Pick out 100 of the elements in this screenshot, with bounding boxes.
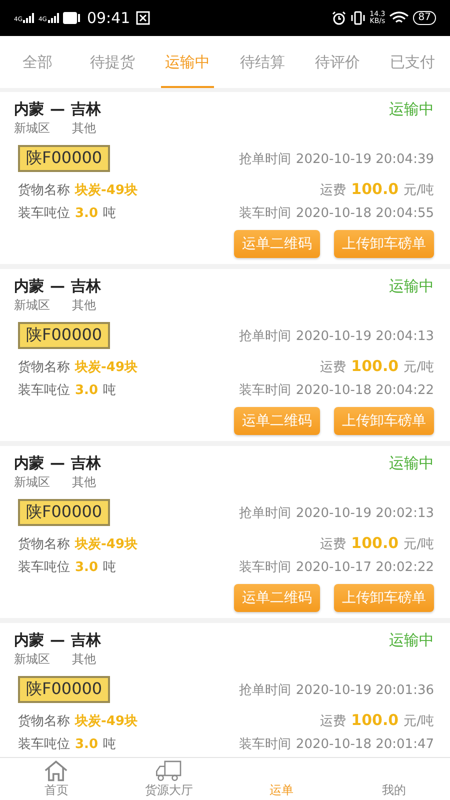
route-destination: 吉林 — [71, 100, 101, 119]
cargo-name: 块炭-49块 — [75, 712, 138, 730]
filter-tab[interactable]: 待提货 — [75, 36, 150, 88]
tonnage-label: 装车吨位 — [18, 559, 70, 576]
nav-item[interactable]: 我的 — [338, 758, 450, 800]
action-button[interactable]: 运单二维码 — [234, 584, 320, 612]
tonnage-label: 装车吨位 — [18, 736, 70, 753]
cargo-name: 块炭-49块 — [75, 536, 138, 552]
route-separator: — — [50, 454, 65, 473]
fee-value: 100.0 — [351, 711, 399, 729]
district: 新城区 — [14, 651, 50, 668]
route-destination: 吉林 — [71, 277, 101, 296]
action-button[interactable]: 运单二维码 — [234, 230, 320, 258]
tonnage-label: 装车吨位 — [18, 205, 70, 222]
category: 其他 — [72, 474, 96, 491]
category: 其他 — [72, 297, 96, 314]
fee-value: 100.0 — [351, 357, 399, 375]
alarm-icon — [332, 11, 346, 25]
load-time: 2020-10-18 20:04:55 — [296, 206, 434, 221]
route-destination: 吉林 — [71, 454, 101, 473]
license-plate: 陕F00000 — [18, 145, 110, 172]
nav-item[interactable]: 货源大厅 — [112, 758, 225, 800]
tonnage-label: 装车吨位 — [18, 382, 70, 399]
order-card[interactable]: 内蒙 — 吉林 运输中 新城区 其他 陕F00000 抢单时间 2020-10-19 20:04:13 货物名称 块炭-49块 运费 100.0 元/吨 装车吨位 3.0 吨 装车时间 2020-10-18 20:04:22 运单二维码 上传卸车磅单 — [0, 269, 450, 441]
order-card[interactable]: 内蒙 — 吉林 运输中 新城区 其他 陕F00000 抢单时间 2020-10-19 20:04:39 货物名称 块炭-49块 运费 100.0 元/吨 装车吨位 3.0 吨 装车时间 2020-10-18 20:04:55 运单二维码 上传卸车磅单 — [0, 92, 450, 264]
category: 其他 — [72, 651, 96, 668]
filter-tab[interactable]: 全部 — [0, 36, 75, 88]
order-card[interactable]: 内蒙 — 吉林 运输中 新城区 其他 陕F00000 抢单时间 2020-10-19 20:02:13 货物名称 块炭-49块 运费 100.0 元/吨 装车吨位 3.0 吨 装车时间 2020-10-17 20:02:22 运单二维码 上传卸车磅单 — [0, 446, 450, 618]
route-origin: 内蒙 — [14, 277, 44, 296]
grab-time-label: 抢单时间 — [238, 682, 291, 698]
signal-icon — [48, 13, 59, 23]
fee-unit: 元/吨 — [404, 536, 434, 553]
tonnage-value: 3.0 — [75, 560, 98, 575]
cargo-label: 货物名称 — [18, 182, 70, 198]
load-time: 2020-10-17 20:02:22 — [296, 560, 434, 575]
load-time-label: 装车时间 — [238, 205, 291, 222]
cargo-name: 块炭-49块 — [75, 182, 138, 198]
tonnage-unit: 吨 — [103, 559, 116, 576]
route-destination: 吉林 — [71, 631, 101, 650]
fee-label: 运费 — [320, 182, 346, 199]
order-status: 运输中 — [389, 277, 434, 296]
nav-label: 货源大厅 — [144, 782, 193, 799]
route-origin: 内蒙 — [14, 631, 44, 650]
order-card[interactable]: 内蒙 — 吉林 运输中 新城区 其他 陕F00000 抢单时间 2020-10-19 20:01:36 货物名称 块炭-49块 运费 100.0 元/吨 装车吨位 3.0 吨 装车时间 2020-10-18 20:01:47 — [0, 623, 450, 757]
nav-item[interactable]: 首页 — [0, 758, 112, 800]
order-status: 运输中 — [389, 631, 434, 650]
load-time-label: 装车时间 — [238, 559, 291, 576]
grab-time: 2020-10-19 20:01:36 — [296, 682, 434, 698]
cargo-label: 货物名称 — [18, 358, 70, 376]
filter-tab[interactable]: 已支付 — [375, 36, 450, 88]
license-plate: 陕F00000 — [18, 322, 110, 349]
grab-time-label: 抢单时间 — [238, 504, 291, 522]
wifi-icon — [389, 11, 410, 25]
order-status: 运输中 — [389, 454, 434, 473]
nav-label: 我的 — [382, 782, 406, 799]
fee-value: 100.0 — [351, 534, 399, 552]
action-button[interactable]: 运单二维码 — [234, 407, 320, 435]
action-button[interactable]: 上传卸车磅单 — [334, 407, 434, 435]
load-time: 2020-10-18 20:01:47 — [296, 737, 434, 752]
filter-tab[interactable]: 待评价 — [300, 36, 375, 88]
action-button[interactable]: 上传卸车磅单 — [334, 584, 434, 612]
grab-time-label: 抢单时间 — [238, 328, 291, 344]
notification-icon — [136, 11, 150, 25]
grab-time-label: 抢单时间 — [238, 150, 291, 168]
order-status: 运输中 — [389, 100, 434, 119]
filter-tab[interactable]: 运输中 — [150, 36, 225, 88]
tonnage-unit: 吨 — [103, 205, 116, 222]
nav-item[interactable]: 运单 — [225, 758, 338, 800]
route-origin: 内蒙 — [14, 100, 44, 119]
tonnage-value: 3.0 — [75, 737, 98, 752]
grab-time: 2020-10-19 20:04:39 — [296, 152, 434, 166]
cargo-name: 块炭-49块 — [75, 358, 138, 376]
grab-time: 2020-10-19 20:04:13 — [296, 328, 434, 344]
route-origin: 内蒙 — [14, 454, 44, 473]
load-time-label: 装车时间 — [238, 382, 291, 399]
clock-time: 09:41 — [86, 9, 130, 27]
fee-unit: 元/吨 — [404, 359, 434, 376]
nav-label: 首页 — [44, 782, 68, 799]
filter-tab[interactable]: 待结算 — [225, 36, 300, 88]
fee-label: 运费 — [320, 359, 346, 376]
route-separator: — — [50, 631, 65, 650]
tonnage-value: 3.0 — [75, 206, 98, 221]
cargo-label: 货物名称 — [18, 536, 70, 552]
tonnage-unit: 吨 — [103, 736, 116, 753]
tonnage-value: 3.0 — [75, 383, 98, 398]
battery-level: 87 — [413, 11, 436, 25]
action-button[interactable]: 上传卸车磅单 — [334, 230, 434, 258]
fee-label: 运费 — [320, 536, 346, 553]
route-separator: — — [50, 277, 65, 296]
tonnage-unit: 吨 — [103, 382, 116, 399]
category: 其他 — [72, 120, 96, 137]
district: 新城区 — [14, 297, 50, 314]
district: 新城区 — [14, 474, 50, 491]
load-time-label: 装车时间 — [238, 736, 291, 753]
fee-label: 运费 — [320, 713, 346, 730]
fee-value: 100.0 — [351, 180, 399, 198]
fee-unit: 元/吨 — [404, 182, 434, 199]
load-time: 2020-10-18 20:04:22 — [296, 383, 434, 398]
fee-unit: 元/吨 — [404, 713, 434, 730]
cargo-label: 货物名称 — [18, 712, 70, 730]
